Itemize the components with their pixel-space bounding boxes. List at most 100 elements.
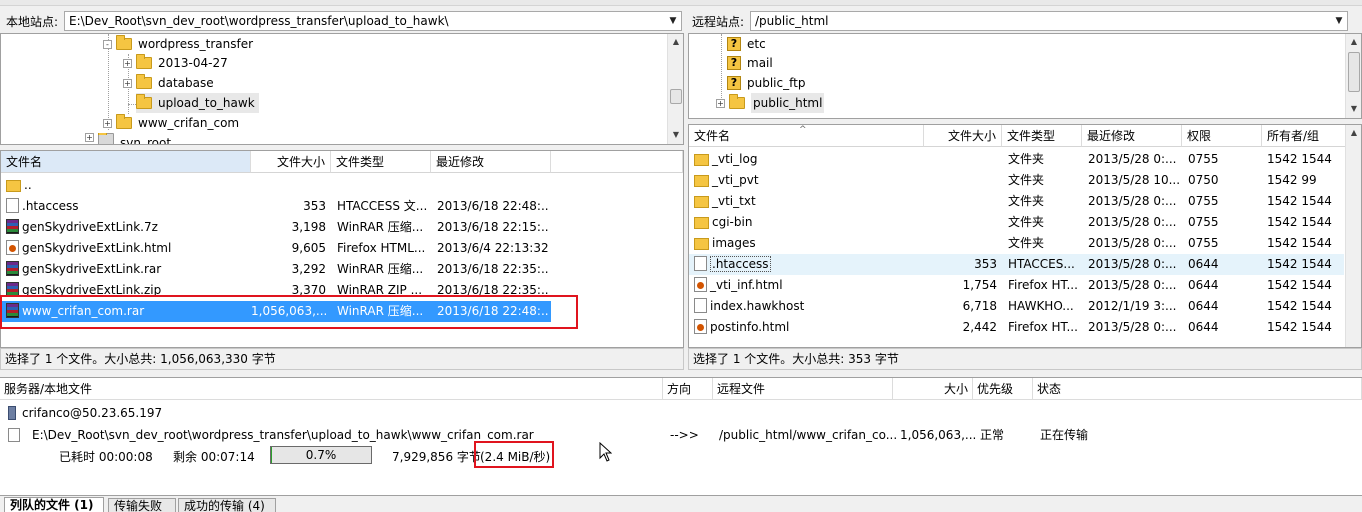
file-row[interactable]: genSkydriveExtLink.7z 3,198 WinRAR 压缩... 20… [1,217,683,238]
tab-successful-transfers[interactable]: 成功的传输 (4) [178,498,276,512]
file-modified: 2013/6/18 22:48:... [437,199,549,213]
queue-transfer-row[interactable]: E:\Dev_Root\svn_dev_root\wordpress_trans… [8,427,534,443]
column-header-filename[interactable]: 文件名 [1,151,251,173]
file-row[interactable]: index.hawkhost 6,718 HAWKHO... 2012/1/19 3:… [689,296,1344,317]
file-row[interactable]: .htaccess 353 HTACCES... 2013/5/28 0:... 064… [689,254,1344,275]
tree-item-wordpress-transfer[interactable]: - wordpress_transfer [103,34,253,54]
file-row[interactable]: .htaccess 353 HTACCESS 文... 2013/6/18 22:48… [1,196,683,217]
tree-item-label: public_ftp [747,76,806,90]
column-header-modified[interactable]: 最近修改 [1082,125,1182,147]
expand-icon[interactable]: + [123,58,132,68]
file-name: index.hawkhost [710,299,805,313]
file-row[interactable]: _vti_inf.html 1,754 Firefox HT... 2013/5/28… [689,275,1344,296]
queue-header-server-local[interactable]: 服务器/本地文件 [0,378,663,400]
tab-queued-files[interactable]: 列队的文件 (1) [4,497,104,512]
remote-site-path-combo[interactable]: /public_html ▼ [750,11,1348,31]
folder-icon [136,74,152,89]
file-name-cell: index.hawkhost [694,296,922,317]
file-modified: 2013/5/28 10... [1088,173,1180,187]
column-header-size[interactable]: 文件大小 [924,125,1002,147]
expand-icon[interactable]: + [85,133,94,142]
file-row[interactable]: _vti_log 文件夹 2013/5/28 0:... 0755 1542 1544 [689,149,1344,170]
column-header-filename[interactable]: 文件名 ^ [689,125,924,147]
tree-item-label: database [158,76,214,90]
column-header-modified[interactable]: 最近修改 [431,151,551,173]
queue-header-remote-file[interactable]: 远程文件 [713,378,893,400]
remote-list-scrollbar[interactable]: ▲ [1345,125,1361,347]
file-type: Firefox HTML... [337,241,426,255]
file-row[interactable]: .. [1,175,683,196]
file-row[interactable]: genSkydriveExtLink.rar 3,292 WinRAR 压缩... 2… [1,259,683,280]
file-owner: 1542 1544 [1267,215,1332,229]
tree-item-public-ftp[interactable]: ? public_ftp [727,73,805,93]
tree-item-label: public_html [751,93,825,113]
tree-item-mail[interactable]: ? mail [727,53,773,73]
column-header-type[interactable]: 文件类型 [1002,125,1082,147]
column-header-owner[interactable]: 所有者/组 [1262,125,1346,147]
queue-server-row[interactable]: crifanco@50.23.65.197 [8,405,162,421]
file-row[interactable]: genSkydriveExtLink.html 9,605 Firefox HTML… [1,238,683,259]
file-row[interactable]: cgi-bin 文件夹 2013/5/28 0:... 0755 1542 1544 [689,212,1344,233]
scroll-up-icon[interactable]: ▲ [1346,34,1361,50]
file-row[interactable]: _vti_txt 文件夹 2013/5/28 0:... 0755 1542 1544 [689,191,1344,212]
local-site-path-combo[interactable]: E:\Dev_Root\svn_dev_root\wordpress_trans… [64,11,682,31]
file-owner: 1542 1544 [1267,194,1332,208]
file-size [924,212,997,233]
column-header-size[interactable]: 文件大小 [251,151,331,173]
queue-header-direction[interactable]: 方向 [663,378,713,400]
collapse-icon[interactable]: - [103,39,112,49]
tree-item-svn-root[interactable]: + svn_root [85,133,171,144]
queue-header-size[interactable]: 大小 [893,378,973,400]
file-name-cell: _vti_log [694,149,922,170]
column-header-permissions[interactable]: 权限 [1182,125,1262,147]
file-row[interactable]: postinfo.html 2,442 Firefox HT... 2013/5/28… [689,317,1344,338]
scroll-thumb[interactable] [1348,52,1360,92]
tree-item-etc[interactable]: ? etc [727,34,766,54]
folder-icon [6,179,21,192]
file-modified [437,175,549,196]
file-name: .. [24,178,32,192]
file-name: _vti_pvt [712,173,759,187]
file-permissions: 0755 [1188,152,1219,166]
column-header-type[interactable]: 文件类型 [331,151,431,173]
file-name: postinfo.html [710,320,790,334]
expand-icon[interactable]: + [103,118,112,128]
file-owner: 1542 1544 [1267,236,1332,250]
file-permissions: 0644 [1188,320,1219,334]
scroll-up-icon[interactable]: ▲ [668,34,683,50]
transferred-bytes: 7,929,856 字节 [392,450,481,464]
file-owner: 1542 1544 [1267,299,1332,313]
chevron-down-icon[interactable]: ▼ [667,14,679,28]
tree-item-2013-04-27[interactable]: + 2013-04-27 [123,53,228,73]
file-permissions: 0755 [1188,236,1219,250]
local-tree-scrollbar[interactable]: ▲ ▼ [667,34,683,144]
local-site-label: 本地站点: [6,14,59,29]
scroll-down-icon[interactable]: ▼ [1346,101,1361,117]
queue-header-status[interactable]: 状态 [1033,378,1362,400]
queue-header-priority[interactable]: 优先级 [973,378,1033,400]
scroll-up-icon[interactable]: ▲ [1346,125,1361,141]
file-owner: 1542 1544 [1267,320,1332,334]
tab-failed-transfers[interactable]: 传输失败 [108,498,176,512]
unknown-folder-icon: ? [727,56,741,70]
file-row[interactable]: _vti_pvt 文件夹 2013/5/28 10... 0750 1542 99 [689,170,1344,191]
tree-item-upload-to-hawk[interactable]: upload_to_hawk [136,93,259,113]
file-size: 3,198 [291,220,326,234]
file-row[interactable]: images 文件夹 2013/5/28 0:... 0755 1542 1544 [689,233,1344,254]
expand-icon[interactable]: + [123,78,132,88]
file-permissions: 0644 [1188,278,1219,292]
file-name: _vti_log [712,152,758,166]
queue-status: 正在传输 [1040,428,1089,442]
scroll-thumb[interactable] [670,89,682,104]
tree-item-www-crifan-com[interactable]: + www_crifan_com [103,113,239,133]
tree-item-public-html[interactable]: + public_html [716,93,825,113]
remote-tree-scrollbar[interactable]: ▲ ▼ [1345,34,1361,118]
file-name-cell: _vti_txt [694,191,922,212]
remote-site-label: 远程站点: [692,14,745,29]
folder-icon [694,216,709,229]
expand-icon[interactable]: + [716,98,725,108]
chevron-down-icon[interactable]: ▼ [1333,14,1345,28]
tree-item-database[interactable]: + database [123,73,214,93]
scroll-down-icon[interactable]: ▼ [668,127,683,143]
file-size: 353 [974,257,997,271]
